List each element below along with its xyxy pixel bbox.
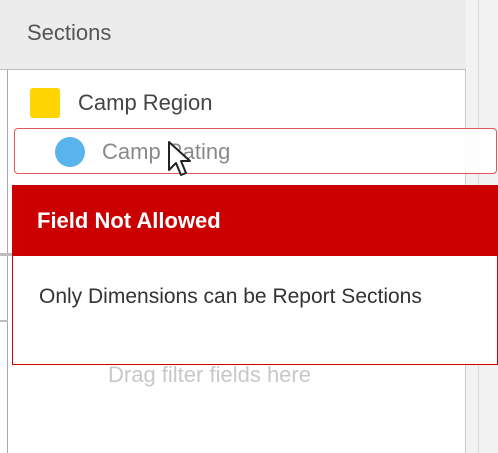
panel-header: Sections [0,0,466,70]
toast-title: Field Not Allowed [37,208,221,233]
panel-divider [7,70,8,453]
error-toast: Field Not Allowed Only Dimensions can be… [12,185,498,365]
toast-header: Field Not Allowed [13,186,497,256]
field-label: Camp Region [78,90,213,115]
filter-drop-hint[interactable]: Drag filter fields here [108,362,311,388]
dragged-field-camp-rating[interactable]: Camp Rating [55,136,230,168]
mouse-pointer-icon [168,141,191,176]
filter-zone-rule [0,320,8,322]
section-field-camp-region[interactable]: Camp Region [30,87,213,119]
circle-swatch-icon [55,137,85,167]
panel-title: Sections [27,20,112,45]
square-swatch-icon [30,88,60,118]
toast-message: Only Dimensions can be Report Sections [39,285,422,308]
